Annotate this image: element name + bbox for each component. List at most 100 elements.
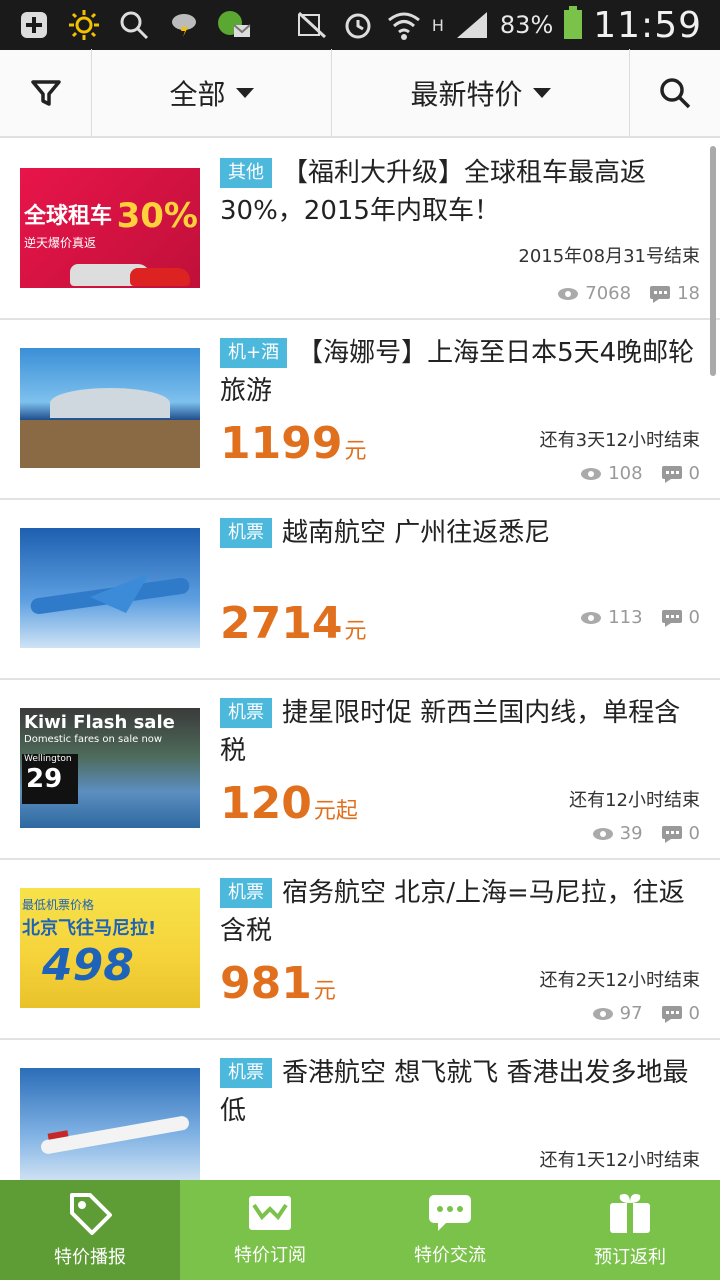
comment-count: 0 <box>688 1003 700 1024</box>
nav-label: 特价订阅 <box>234 1245 306 1266</box>
category-label: 全部 <box>169 78 226 111</box>
view-count: 108 <box>608 463 643 484</box>
status-bar: H 83% 11:59 <box>0 0 720 50</box>
chevron-down-icon <box>532 88 551 98</box>
list-item[interactable]: 最低机票价格 北京飞往马尼拉! 498 机票 宿务航空 北京/上海=马尼拉，往返含… <box>0 860 720 1040</box>
price: 120元起 <box>220 780 358 836</box>
stats: 97 0 <box>592 1003 700 1024</box>
price-unit: 元起 <box>313 799 358 824</box>
deal-title: 机票 捷星限时促 新西兰国内线，单程含税 <box>220 694 700 770</box>
list-item[interactable]: 机票 越南航空 广州往返悉尼 2714元 113 0 <box>0 500 720 680</box>
nav-subscribe[interactable]: 特价订阅 <box>180 1180 360 1280</box>
deal-thumbnail <box>20 528 200 648</box>
thumb-text: 30% <box>116 196 198 236</box>
stats: 113 0 <box>580 607 700 628</box>
list-item[interactable]: 机票香港航空 想飞就飞 香港出发多地最低 还有1天12小时结束 799元起 <box>0 1040 720 1180</box>
thumb-text: 29 <box>26 764 63 794</box>
eye-icon <box>592 1007 613 1020</box>
category-dropdown[interactable]: 全部 <box>92 49 332 137</box>
deal-title: 机票 越南航空 广州往返悉尼 <box>220 514 700 552</box>
thumb-text: Domestic fares on sale now <box>24 734 163 745</box>
thumb-text: 逆天爆价真返 <box>24 236 97 250</box>
stats: 108 0 <box>580 463 700 484</box>
comment-count: 18 <box>677 283 700 304</box>
nav-discuss[interactable]: 特价交流 <box>360 1180 540 1280</box>
price: 1199元 <box>220 420 366 476</box>
deal-list[interactable]: 全球租车 30% 逆天爆价真返 其他 【福利大升级】全球租车最高返30%，2015… <box>0 140 720 1180</box>
bottom-nav: 特价播报 特价订阅 特价交流 预订返利 <box>0 1180 720 1280</box>
car-image <box>130 268 190 286</box>
thumb-text: 北京飞往马尼拉! <box>22 918 157 939</box>
view-count: 113 <box>608 607 643 628</box>
list-item[interactable]: 机+酒 【海娜号】上海至日本5天4晚邮轮旅游 还有3天12小时结束 1199元 1… <box>0 320 720 500</box>
battery-percent: 83% <box>499 11 554 39</box>
signal-icon <box>454 7 490 43</box>
comment-icon <box>661 1005 682 1023</box>
price-unit: 元 <box>344 439 367 464</box>
chevron-down-icon <box>235 88 254 98</box>
search-icon <box>660 78 691 109</box>
deal-thumbnail <box>20 1068 200 1180</box>
mail-icon <box>249 1196 291 1230</box>
comment-icon <box>650 285 671 303</box>
deal-title-text: 【福利大升级】全球租车最高返30%，2015年内取车！ <box>220 158 647 226</box>
category-badge: 机票 <box>220 518 272 548</box>
comment-icon <box>661 825 682 843</box>
search-status-icon <box>116 7 152 43</box>
network-type-label: H <box>431 15 444 35</box>
thumb-text: 全球租车 <box>24 204 113 229</box>
price-value: 1199 <box>220 418 343 469</box>
comment-count: 0 <box>688 607 700 628</box>
price: 981元 <box>220 960 336 1016</box>
end-time: 还有1天12小时结束 <box>539 1150 700 1171</box>
battery-icon <box>563 6 583 44</box>
thumb-text: Wellington <box>24 754 72 764</box>
thumb-text: Kiwi Flash sale <box>24 712 175 733</box>
ship-deck <box>20 420 200 468</box>
deal-title-text: 越南航空 广州往返悉尼 <box>282 518 551 548</box>
price-value: 2714 <box>220 598 343 649</box>
end-time: 还有2天12小时结束 <box>539 970 700 991</box>
deal-title-text: 香港航空 想飞就飞 香港出发多地最低 <box>220 1058 689 1126</box>
ship-deck <box>50 388 170 418</box>
thumb-text: 498 <box>42 940 134 991</box>
comment-count: 0 <box>688 823 700 844</box>
list-item[interactable]: 全球租车 30% 逆天爆价真返 其他 【福利大升级】全球租车最高返30%，2015… <box>0 140 720 320</box>
sort-label: 最新特价 <box>410 78 523 111</box>
gift-icon <box>610 1194 650 1233</box>
price-value: 120 <box>220 778 312 829</box>
list-item[interactable]: Kiwi Flash sale Domestic fares on sale n… <box>0 680 720 860</box>
filter-button[interactable] <box>0 49 92 137</box>
price-value: 981 <box>220 958 312 1009</box>
mute-icon <box>294 7 330 43</box>
scrollbar[interactable] <box>710 146 716 376</box>
alarm-icon <box>340 7 376 43</box>
comment-count: 0 <box>688 463 700 484</box>
tag-icon <box>70 1193 112 1235</box>
comment-icon <box>661 609 682 627</box>
eye-icon <box>581 467 602 480</box>
deal-title-text: 【海娜号】上海至日本5天4晚邮轮旅游 <box>220 338 695 406</box>
nav-rebate[interactable]: 预订返利 <box>540 1180 720 1280</box>
thumb-text: 最低机票价格 <box>22 898 95 912</box>
search-button[interactable] <box>630 49 720 137</box>
category-badge: 机票 <box>220 878 272 908</box>
deal-title-text: 宿务航空 北京/上海=马尼拉，往返含税 <box>220 878 685 946</box>
end-time: 还有12小时结束 <box>569 790 700 811</box>
comment-icon <box>661 465 682 483</box>
sort-dropdown[interactable]: 最新特价 <box>332 49 630 137</box>
deal-title-text: 捷星限时促 新西兰国内线，单程含税 <box>220 698 681 766</box>
eye-icon <box>592 827 613 840</box>
deal-title: 其他 【福利大升级】全球租车最高返30%，2015年内取车！ <box>220 154 700 230</box>
eye-icon <box>558 287 579 300</box>
nav-deals[interactable]: 特价播报 <box>0 1180 180 1280</box>
nav-label: 预订返利 <box>594 1247 666 1268</box>
deal-thumbnail: Kiwi Flash sale Domestic fares on sale n… <box>20 708 200 828</box>
end-time: 还有3天12小时结束 <box>539 430 700 451</box>
category-badge: 机+酒 <box>220 338 288 368</box>
message-icon <box>216 7 252 43</box>
deal-thumbnail: 全球租车 30% 逆天爆价真返 <box>20 168 200 288</box>
category-badge: 其他 <box>220 158 272 188</box>
end-time: 2015年08月31号结束 <box>518 246 700 267</box>
stats: 7068 18 <box>557 283 700 304</box>
